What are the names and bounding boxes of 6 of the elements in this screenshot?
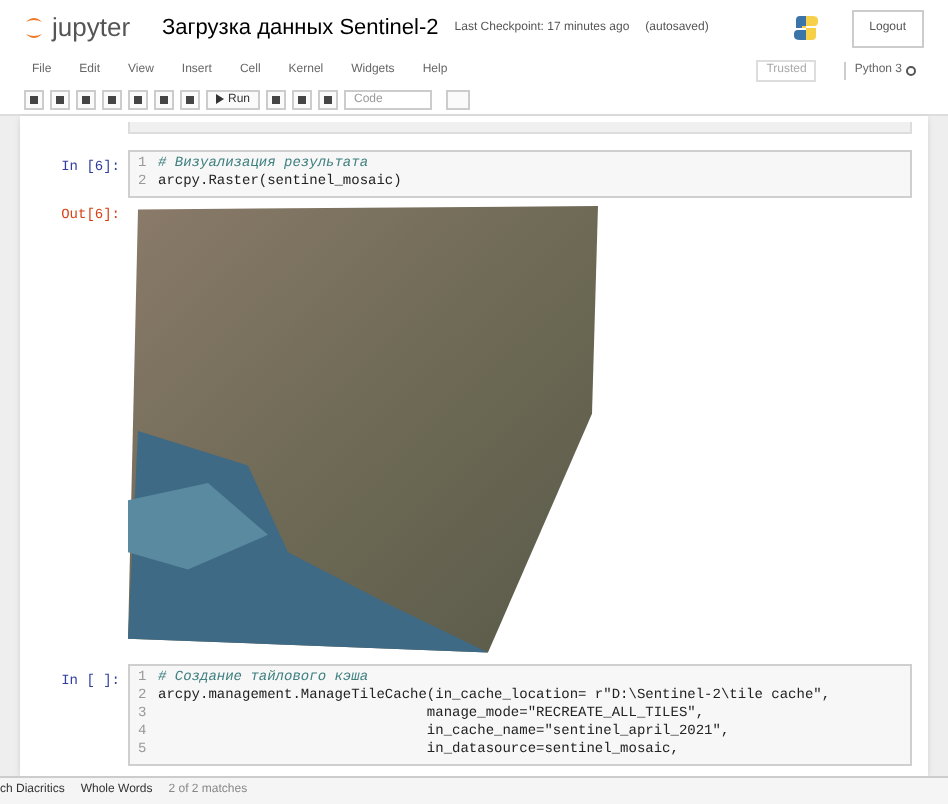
- kernel-status-icon: [906, 65, 916, 75]
- logo-text[interactable]: jupyter: [52, 8, 131, 48]
- notebook-title[interactable]: Загрузка данных Sentinel-2: [162, 11, 439, 45]
- python-logo-icon: [791, 14, 820, 42]
- logo-icon: [24, 14, 44, 42]
- play-icon: [216, 94, 224, 104]
